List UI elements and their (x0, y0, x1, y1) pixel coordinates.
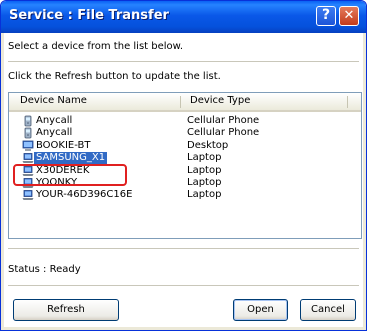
device-name: Anycall (36, 127, 73, 139)
device-type: Laptop (187, 164, 222, 176)
separator-top (8, 61, 359, 62)
status-text: Status : Ready (8, 264, 81, 275)
laptop-icon (22, 189, 34, 201)
device-row[interactable]: BOOKIE-BT Desktop (9, 140, 361, 152)
device-name: Anycall (36, 115, 73, 126)
device-name: BOOKIE-BT (36, 139, 91, 151)
open-button[interactable]: Open (233, 299, 288, 321)
device-type: Laptop (187, 152, 222, 164)
highlight-callout (13, 164, 127, 186)
cancel-button[interactable]: Cancel (300, 299, 356, 321)
refresh-button[interactable]: Refresh (13, 299, 119, 321)
column-divider[interactable] (180, 96, 181, 108)
separator-status (8, 285, 359, 286)
device-row[interactable]: Anycall Cellular Phone (9, 115, 361, 127)
phone-icon (22, 127, 34, 139)
help-button[interactable]: ? (316, 6, 336, 26)
instruction-text-1: Select a device from the list below. (8, 41, 184, 52)
column-header-device-type[interactable]: Device Type (190, 95, 250, 106)
device-name: SAMSUNG_X1 (34, 152, 108, 165)
window-title: Service : File Transfer (9, 8, 169, 23)
device-type: Desktop (187, 139, 229, 151)
phone-icon (22, 115, 34, 127)
file-transfer-dialog: Service : File Transfer ? ✕ Select a dev… (0, 0, 367, 331)
device-row[interactable]: Anycall Cellular Phone (9, 127, 361, 139)
device-type: Laptop (187, 189, 222, 201)
list-header: Device Name Device Type (9, 93, 361, 112)
desktop-icon (22, 140, 34, 152)
column-divider[interactable] (347, 96, 348, 108)
device-type: Cellular Phone (187, 127, 260, 139)
device-type: Cellular Phone (187, 115, 260, 126)
separator-bottom (8, 248, 359, 249)
device-row[interactable]: SAMSUNG_X1 Laptop (9, 152, 361, 165)
close-button[interactable]: ✕ (339, 6, 359, 26)
instruction-text-2: Click the Refresh button to update the l… (8, 71, 221, 82)
device-type: Laptop (187, 177, 222, 188)
column-header-device-name[interactable]: Device Name (20, 95, 87, 106)
laptop-icon (22, 152, 34, 164)
title-bar[interactable]: Service : File Transfer ? ✕ (1, 1, 366, 33)
device-name: YOUR-46D396C16E (36, 189, 133, 201)
dialog-body: Select a device from the list below. Cli… (4, 33, 363, 327)
device-row[interactable]: YOUR-46D396C16E Laptop (9, 189, 361, 201)
